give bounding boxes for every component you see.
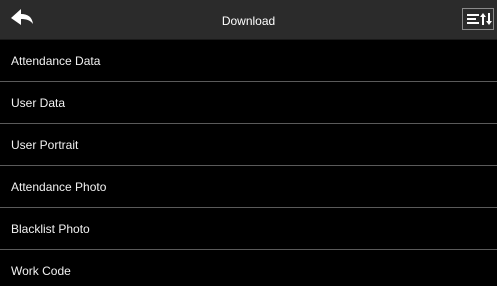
- list-item-work-code[interactable]: Work Code: [0, 250, 497, 286]
- download-options-list: Attendance Data User Data User Portrait …: [0, 40, 497, 286]
- list-item-attendance-photo[interactable]: Attendance Photo: [0, 166, 497, 208]
- list-item-label: User Portrait: [11, 137, 79, 152]
- menu-sort-icon: [462, 7, 494, 35]
- back-arrow-icon: [9, 8, 35, 33]
- header-bar: Download: [0, 0, 497, 40]
- download-screen: Download Attendance Data User Data User …: [0, 0, 497, 286]
- list-item-label: User Data: [11, 95, 66, 110]
- list-item-user-data[interactable]: User Data: [0, 82, 497, 124]
- back-button[interactable]: [0, 0, 44, 40]
- list-item-label: Attendance Photo: [11, 179, 107, 194]
- list-item-blacklist-photo[interactable]: Blacklist Photo: [0, 208, 497, 250]
- page-title: Download: [221, 14, 276, 28]
- list-item-label: Work Code: [11, 264, 71, 278]
- list-item-label: Blacklist Photo: [11, 221, 90, 236]
- list-item-attendance-data[interactable]: Attendance Data: [0, 40, 497, 82]
- menu-button[interactable]: [461, 7, 495, 35]
- list-item-user-portrait[interactable]: User Portrait: [0, 124, 497, 166]
- list-item-label: Attendance Data: [11, 53, 101, 68]
